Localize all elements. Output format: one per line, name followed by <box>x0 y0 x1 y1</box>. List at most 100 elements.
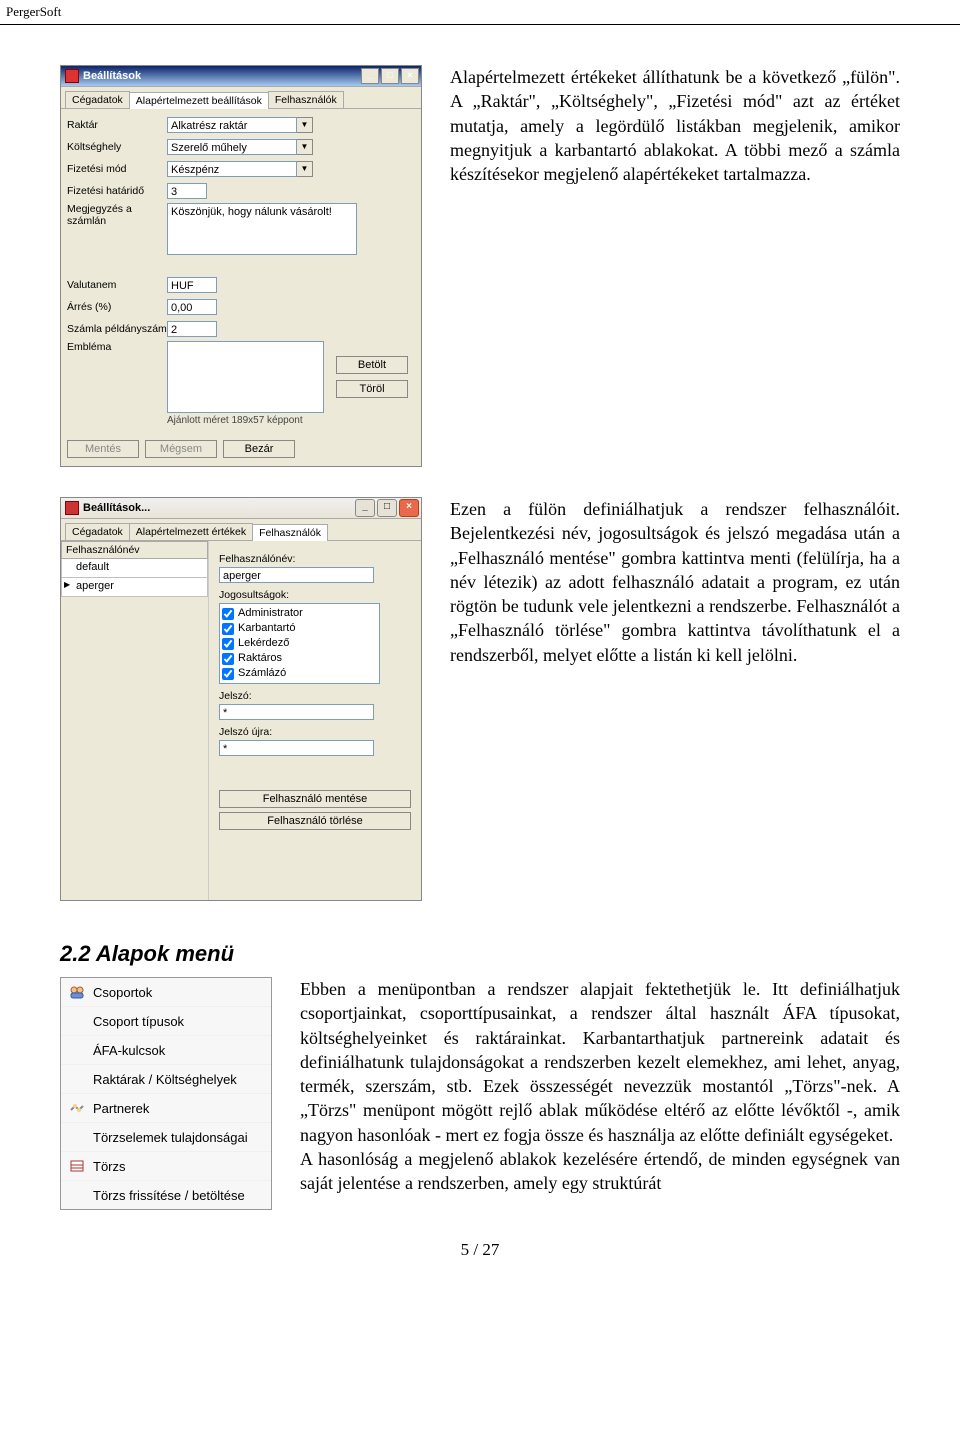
close-button[interactable]: × <box>399 499 419 517</box>
alapok-menu: Csoportok Csoport típusok ÁFA-kulcsok Ra… <box>60 977 272 1210</box>
emblema-preview <box>167 341 324 413</box>
menu-item-csoportok[interactable]: Csoportok <box>61 978 271 1007</box>
right-lekerdezo[interactable]: Lekérdező <box>222 636 377 651</box>
input-jelszo-ujra[interactable]: * <box>219 740 374 756</box>
delete-user-button[interactable]: Felhasználó törlése <box>219 812 411 830</box>
settings-window-1: Beállítások _ □ × Cégadatok Alapértelmez… <box>60 65 422 467</box>
tab-cegadatok-2[interactable]: Cégadatok <box>65 523 130 540</box>
tab-alapertelmezett[interactable]: Alapértelmezett beállítások <box>129 92 269 109</box>
section-heading: 2.2 Alapok menü <box>60 941 900 967</box>
tab-alapertek-2[interactable]: Alapértelmezett értékek <box>129 523 253 540</box>
label-fizhat: Fizetési határidő <box>67 185 167 197</box>
label-jelszo-ujra: Jelszó újra: <box>219 726 411 738</box>
dropdown-fizmod-arrow[interactable]: ▼ <box>297 161 313 177</box>
menu-item-partnerek[interactable]: Partnerek <box>61 1094 271 1123</box>
page-header: PergerSoft <box>0 0 960 25</box>
grid-header: Felhasználónév <box>61 541 208 559</box>
label-jogok: Jogosultságok: <box>219 589 411 601</box>
window-title-2: Beállítások... <box>83 502 150 514</box>
menu-item-torzs-frissites[interactable]: Törzs frissítése / betöltése <box>61 1181 271 1209</box>
window-title: Beállítások <box>83 70 141 82</box>
right-szamlazo[interactable]: Számlázó <box>222 666 377 681</box>
save-user-button[interactable]: Felhasználó mentése <box>219 790 411 808</box>
dropdown-koltseghely[interactable]: Szerelő műhely <box>167 139 297 155</box>
rights-list[interactable]: Administrator Karbantartó Lekérdező Rakt… <box>219 603 380 684</box>
paragraph-4: A hasonlóság a megjelenő ablakok kezelés… <box>300 1147 900 1196</box>
grid-row-default[interactable]: default <box>61 559 208 578</box>
input-fizhat[interactable]: 3 <box>167 183 207 199</box>
menu-label: Csoport típusok <box>93 1014 184 1029</box>
empty-icon <box>69 1129 85 1145</box>
input-jelszo[interactable]: * <box>219 704 374 720</box>
input-valuta[interactable]: HUF <box>167 277 217 293</box>
tabs: Cégadatok Alapértelmezett beállítások Fe… <box>61 87 421 109</box>
tab-felhasznalok-2[interactable]: Felhasználók <box>252 524 328 541</box>
label-koltseghely: Költséghely <box>67 141 167 153</box>
menu-item-csoport-tipusok[interactable]: Csoport típusok <box>61 1007 271 1036</box>
right-administrator[interactable]: Administrator <box>222 606 377 621</box>
groups-icon <box>69 984 85 1000</box>
label-fizmod: Fizetési mód <box>67 163 167 175</box>
menu-item-torzselemek[interactable]: Törzselemek tulajdonságai <box>61 1123 271 1152</box>
app-icon <box>65 501 79 515</box>
dropdown-fizmod[interactable]: Készpénz <box>167 161 297 177</box>
close-button[interactable]: × <box>401 68 419 84</box>
paragraph-1: Alapértelmezett értékeket állíthatunk be… <box>450 65 900 186</box>
menu-label: Törzs frissítése / betöltése <box>93 1188 245 1203</box>
titlebar: Beállítások _ □ × <box>61 66 421 87</box>
tab-felhasznalok[interactable]: Felhasználók <box>268 91 344 108</box>
menu-label: Partnerek <box>93 1101 149 1116</box>
paragraph-2: Ezen a fülön definiálhatjuk a rendszer f… <box>450 497 900 667</box>
menu-item-afa[interactable]: ÁFA-kulcsok <box>61 1036 271 1065</box>
input-peldany[interactable]: 2 <box>167 321 217 337</box>
megsem-button[interactable]: Mégsem <box>145 440 217 458</box>
label-felhnev: Felhasználónév: <box>219 553 411 565</box>
menu-item-raktarak[interactable]: Raktárak / Költséghelyek <box>61 1065 271 1094</box>
right-raktaros[interactable]: Raktáros <box>222 651 377 666</box>
page-number: 5 / 27 <box>60 1240 900 1260</box>
input-arres[interactable]: 0,00 <box>167 299 217 315</box>
empty-icon <box>69 1042 85 1058</box>
minimize-button[interactable]: _ <box>355 499 375 517</box>
label-jelszo: Jelszó: <box>219 690 411 702</box>
settings-window-2: Beállítások... _ □ × Cégadatok Alapértel… <box>60 497 422 901</box>
app-icon <box>65 69 79 83</box>
grid-row-aperger[interactable]: aperger <box>61 578 208 597</box>
dropdown-raktar-arrow[interactable]: ▼ <box>297 117 313 133</box>
maximize-button[interactable]: □ <box>377 499 397 517</box>
label-peldany: Számla példányszám <box>67 323 167 335</box>
torol-button[interactable]: Töröl <box>336 380 408 398</box>
dropdown-raktar[interactable]: Alkatrész raktár <box>167 117 297 133</box>
menu-label: Raktárak / Költséghelyek <box>93 1072 237 1087</box>
input-felhnev[interactable]: aperger <box>219 567 374 583</box>
mentes-button[interactable]: Mentés <box>67 440 139 458</box>
betolt-button[interactable]: Betölt <box>336 356 408 374</box>
maximize-button[interactable]: □ <box>381 68 399 84</box>
right-karbantarto[interactable]: Karbantartó <box>222 621 377 636</box>
label-megj: Megjegyzés a számlán <box>67 203 167 227</box>
empty-icon <box>69 1187 85 1203</box>
menu-label: ÁFA-kulcsok <box>93 1043 165 1058</box>
tabs-2: Cégadatok Alapértelmezett értékek Felhas… <box>61 519 421 541</box>
menu-label: Csoportok <box>93 985 152 1000</box>
titlebar-2: Beállítások... _ □ × <box>61 498 421 519</box>
bezar-button[interactable]: Bezár <box>223 440 295 458</box>
empty-icon <box>69 1071 85 1087</box>
emblema-hint: Ajánlott méret 189x57 képpont <box>67 415 415 426</box>
label-raktar: Raktár <box>67 119 167 131</box>
minimize-button[interactable]: _ <box>361 68 379 84</box>
menu-item-torzs[interactable]: Törzs <box>61 1152 271 1181</box>
textarea-megj[interactable]: Köszönjük, hogy nálunk vásárolt! <box>167 203 357 255</box>
empty-icon <box>69 1013 85 1029</box>
tab-cegadatok[interactable]: Cégadatok <box>65 91 130 108</box>
label-arres: Árrés (%) <box>67 301 167 313</box>
label-valuta: Valutanem <box>67 279 167 291</box>
menu-label: Törzselemek tulajdonságai <box>93 1130 248 1145</box>
torzs-icon <box>69 1158 85 1174</box>
dropdown-koltseghely-arrow[interactable]: ▼ <box>297 139 313 155</box>
user-grid[interactable]: Felhasználónév default aperger <box>61 541 208 597</box>
paragraph-3: Ebben a menüpontban a rendszer alapjait … <box>300 977 900 1147</box>
partners-icon <box>69 1100 85 1116</box>
label-emblema: Embléma <box>67 341 167 353</box>
menu-label: Törzs <box>93 1159 126 1174</box>
